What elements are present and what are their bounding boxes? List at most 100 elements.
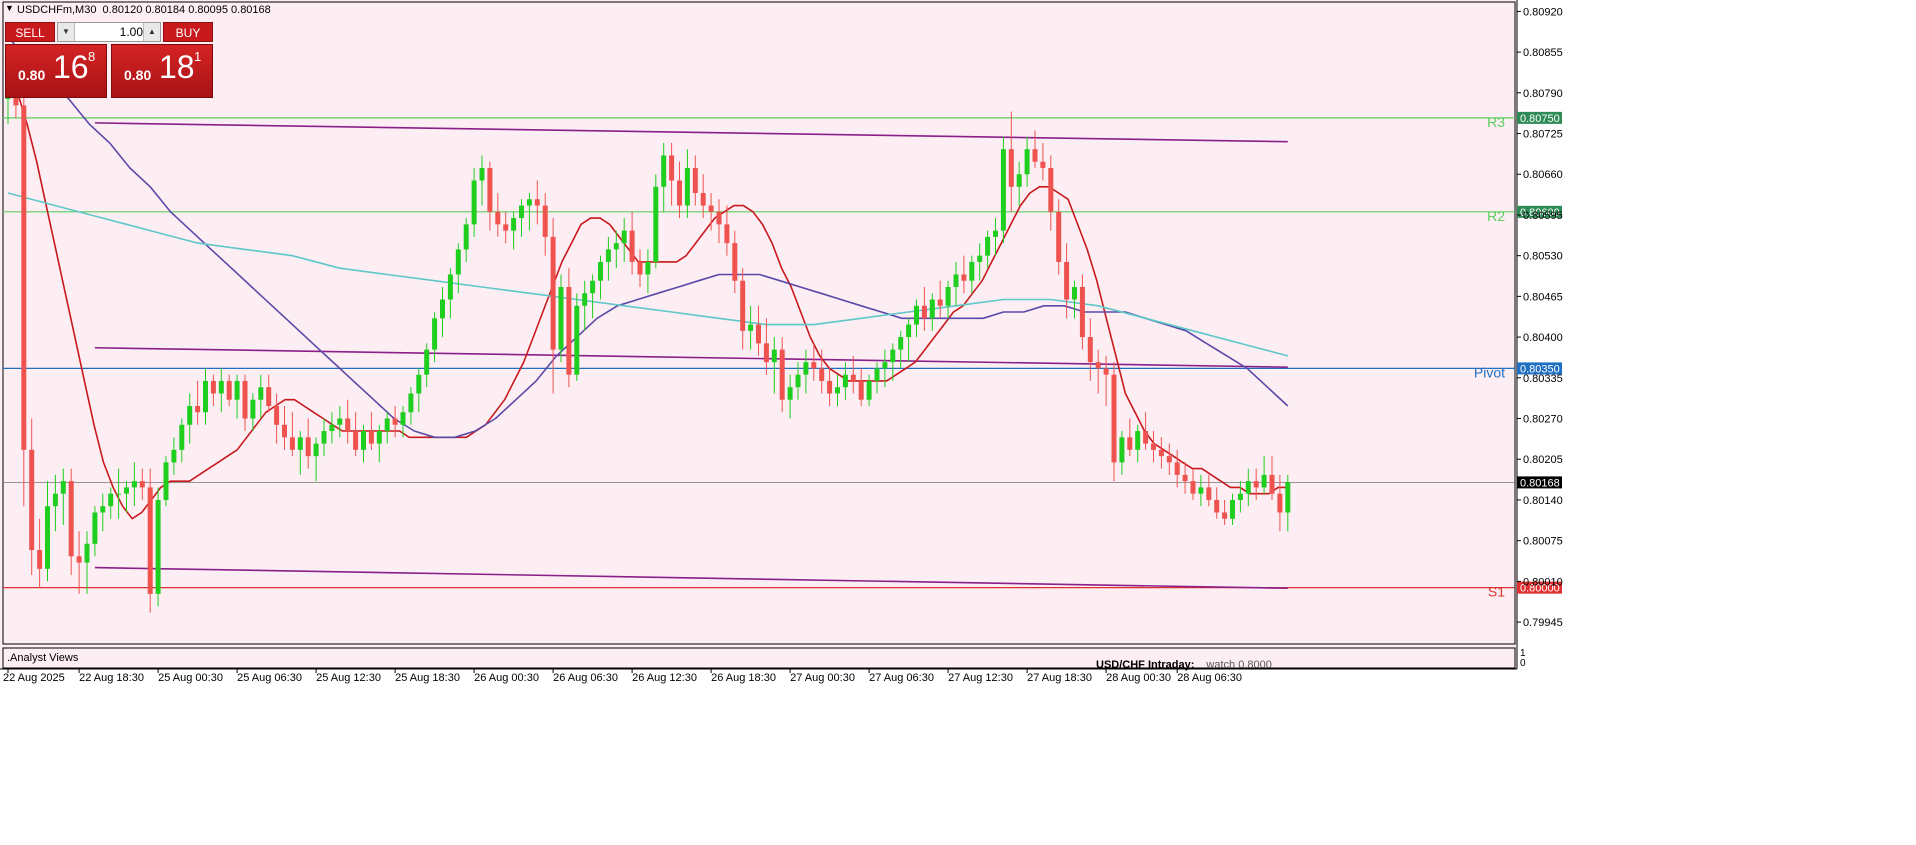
candle-body: [1048, 167, 1054, 212]
annotation-text: watch 0.8000: [1206, 659, 1272, 671]
chart-menu-icon[interactable]: ▼: [5, 3, 14, 13]
candle: [147, 468, 153, 613]
candle-body: [779, 349, 785, 400]
candle-body: [1269, 474, 1275, 494]
candle-body: [637, 261, 643, 275]
candle-body: [519, 205, 524, 219]
time-axis-background: [0, 669, 1916, 840]
candle-body: [566, 286, 572, 375]
candle-body: [819, 368, 825, 381]
level-name-r2: R2: [1487, 208, 1505, 224]
subpanel-scale-bottom: 0: [1520, 658, 1526, 669]
candle-body: [803, 362, 809, 375]
annotation-title: USD/CHF Intraday:: [1096, 659, 1195, 671]
candle-body: [929, 299, 935, 319]
candle-body: [629, 230, 635, 262]
candle-body: [1000, 149, 1006, 231]
candle-body: [195, 405, 201, 413]
candle-body: [1064, 261, 1070, 300]
x-tick-label: 26 Aug 00:30: [474, 672, 539, 684]
candle-body: [171, 449, 177, 463]
candle-body: [748, 324, 754, 331]
candle-body: [455, 249, 461, 275]
y-tick-label: 0.80270: [1523, 414, 1563, 426]
x-tick-label: 22 Aug 18:30: [79, 672, 144, 684]
candle-body: [937, 299, 943, 306]
candle-body: [511, 218, 517, 231]
y-tick-label: 0.79945: [1523, 617, 1563, 629]
subpanel-frame: [2, 647, 1516, 669]
y-tick-label: 0.80855: [1523, 47, 1563, 59]
candle-body: [882, 362, 888, 369]
candle-body: [550, 236, 556, 350]
bid-pip-digit: 8: [88, 49, 96, 64]
candle-body: [921, 305, 927, 319]
candle-body: [534, 199, 540, 206]
candle-body: [1206, 487, 1212, 500]
y-tick-label: 0.80920: [1523, 6, 1563, 18]
candle-body: [68, 481, 74, 557]
buy-price-box[interactable]: 0.80 18 1: [111, 44, 213, 98]
x-tick-label: 27 Aug 06:30: [869, 672, 934, 684]
x-tick-label: 27 Aug 12:30: [948, 672, 1013, 684]
candle-body: [1119, 437, 1125, 463]
candle-body: [179, 424, 185, 450]
candle-body: [52, 493, 58, 507]
candle-body: [1008, 149, 1014, 187]
candle-body: [1198, 487, 1204, 494]
candle-body: [590, 280, 596, 294]
candle-body: [1253, 481, 1259, 488]
chart-area[interactable]: R3 0.80750 R2 0.80600 Pivot 0.80350 S1 0.80000 0…: [0, 0, 1916, 840]
candle-body: [598, 261, 603, 281]
candle-body: [953, 274, 959, 287]
candle-body: [226, 380, 232, 400]
candle-body: [29, 449, 35, 551]
candle-body: [1095, 362, 1101, 369]
candle-body: [234, 380, 240, 400]
y-tick-label: 0.80140: [1523, 495, 1563, 507]
candle-body: [329, 424, 335, 432]
x-tick-label: 26 Aug 12:30: [632, 672, 697, 684]
candle-body: [1245, 481, 1251, 494]
candle-body: [1166, 456, 1172, 463]
candle-body: [969, 261, 975, 281]
candle-body: [353, 431, 359, 450]
candle-body: [574, 305, 580, 375]
candle-body: [1158, 449, 1164, 457]
lot-increase-icon[interactable]: ▲: [143, 23, 160, 41]
candle-body: [440, 299, 445, 319]
candle-body: [890, 349, 896, 363]
y-tick-label: 0.80205: [1523, 454, 1563, 466]
candle-body: [621, 230, 627, 244]
candle-body: [1237, 493, 1243, 500]
candle-body: [384, 418, 390, 432]
candle-body: [842, 374, 848, 388]
lot-stepper[interactable]: ▼ ▲: [57, 22, 161, 42]
candle-body: [84, 543, 90, 563]
y-tick-label: 0.80075: [1523, 536, 1563, 548]
price-chart[interactable]: R3 0.80750R2 0.80600Pivot 0.80350S1 0.800000…: [0, 0, 1916, 840]
candle-body: [771, 349, 777, 363]
candle-body: [250, 399, 256, 419]
candle-body: [313, 443, 319, 457]
candle-body: [835, 387, 840, 394]
candle-body: [1143, 431, 1149, 444]
sell-button[interactable]: SELL: [5, 22, 55, 42]
candle-body: [163, 462, 169, 500]
candle-body: [1072, 286, 1077, 300]
candle-body: [906, 324, 912, 338]
candle-body: [282, 424, 287, 438]
candle-body: [297, 437, 303, 450]
candle-body: [645, 261, 651, 275]
candle-body: [898, 337, 904, 350]
buy-button[interactable]: BUY: [163, 22, 213, 42]
lot-decrease-icon[interactable]: ▼: [58, 23, 75, 41]
candle-body: [1222, 512, 1228, 519]
candle-body: [337, 418, 343, 425]
lot-input[interactable]: [75, 23, 147, 41]
sell-price-box[interactable]: 0.80 16 8: [5, 44, 107, 98]
candle-body: [376, 431, 382, 444]
candle-body: [1261, 474, 1267, 488]
candle: [558, 274, 564, 363]
candle-body: [76, 556, 82, 563]
